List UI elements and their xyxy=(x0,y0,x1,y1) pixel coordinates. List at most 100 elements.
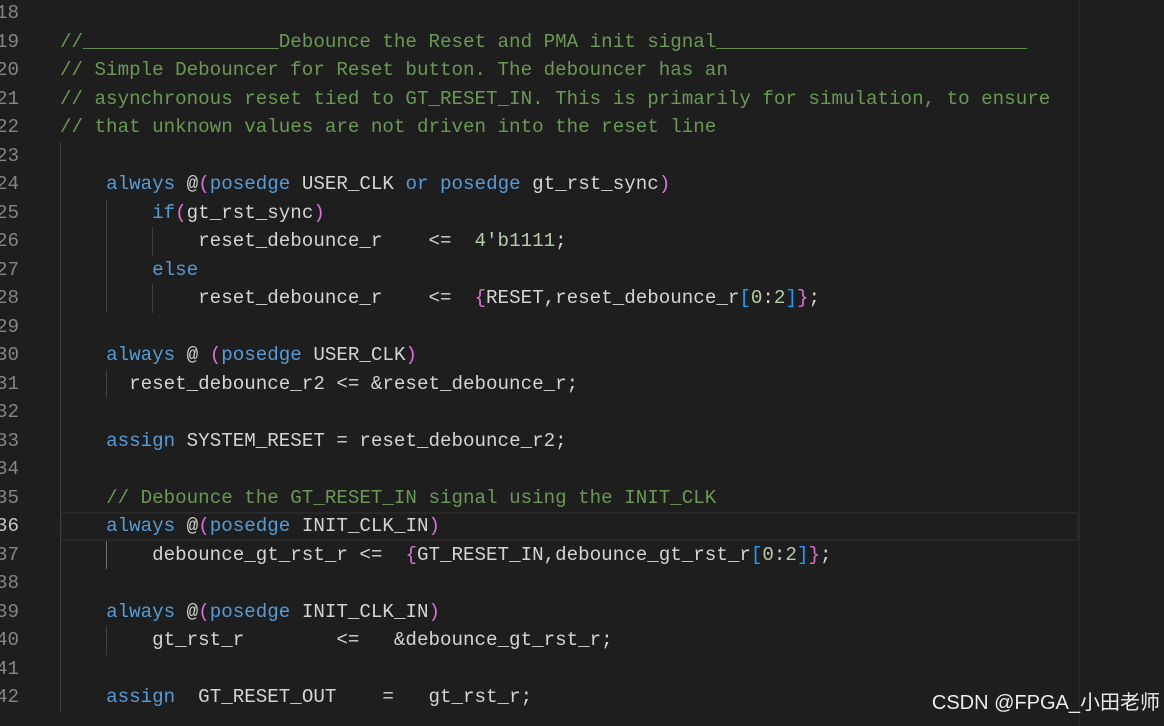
code-line-text[interactable]: if(gt_rst_sync) xyxy=(60,199,325,228)
line-number[interactable]: 21 xyxy=(0,85,19,114)
code-line-text[interactable]: always @(posedge INIT_CLK_IN) xyxy=(60,512,440,541)
code-text-token: gt_rst_r <= &debounce_gt_rst_r; xyxy=(60,629,613,651)
code-line[interactable]: 22 // that unknown values are not driven … xyxy=(0,113,1079,142)
code-line-text[interactable]: always @ (posedge USER_CLK) xyxy=(60,341,417,370)
code-line[interactable]: 23 xyxy=(0,141,1079,171)
code-line[interactable]: 42 assign GT_RESET_OUT = gt_rst_r; xyxy=(0,683,1079,712)
keyword-token: else xyxy=(152,258,199,281)
code-line[interactable]: 18 xyxy=(0,0,1079,28)
code-text-token: ; xyxy=(808,287,820,309)
line-number[interactable]: 26 xyxy=(0,227,19,256)
line-number[interactable]: 36 xyxy=(0,512,19,541)
line-number[interactable]: 42 xyxy=(0,683,19,712)
bracket-token: { xyxy=(405,543,417,566)
line-number[interactable]: 30 xyxy=(0,341,19,370)
line-number[interactable]: 39 xyxy=(0,598,19,627)
bracket-token: ) xyxy=(658,173,671,195)
code-line-text[interactable]: // asynchronous reset tied to GT_RESET_I… xyxy=(60,85,1050,114)
line-number[interactable]: 34 xyxy=(0,455,19,484)
code-line[interactable]: 30 always @ (posedge USER_CLK) xyxy=(0,341,1079,370)
line-number[interactable]: 38 xyxy=(0,569,19,598)
line-number[interactable]: 20 xyxy=(0,56,19,85)
code-line[interactable]: 41 xyxy=(0,654,1079,684)
code-line[interactable]: 26 reset_debounce_r <= 4'b1111; xyxy=(0,227,1079,256)
code-text-token: ; xyxy=(555,230,567,252)
code-line[interactable]: 21 // asynchronous reset tied to GT_RESET… xyxy=(0,85,1079,114)
code-editor[interactable]: 18 19 //_________________Debounce the Rese… xyxy=(0,0,1164,726)
line-number[interactable]: 33 xyxy=(0,427,19,456)
line-number[interactable]: 31 xyxy=(0,370,19,399)
line-number[interactable]: 37 xyxy=(0,541,19,570)
comment-token: //_________________Debounce the Reset an… xyxy=(60,30,1028,53)
code-text-token: : xyxy=(762,287,774,309)
code-line[interactable]: 38 xyxy=(0,569,1079,598)
code-text-token: RESET,reset_debounce_r xyxy=(486,287,740,309)
code-line[interactable]: 32 xyxy=(0,398,1079,427)
number-literal-token: 2 xyxy=(785,543,797,566)
code-text-token: INIT_CLK_IN xyxy=(290,515,429,537)
line-number[interactable]: 25 xyxy=(0,199,19,228)
bracket-token: ) xyxy=(313,201,325,224)
code-line[interactable]: 29 xyxy=(0,312,1079,342)
code-text-token: gt_rst_sync xyxy=(520,173,659,195)
line-number[interactable]: 35 xyxy=(0,484,19,513)
code-line-text[interactable]: gt_rst_r <= &debounce_gt_rst_r; xyxy=(60,626,613,655)
keyword-token: posedge xyxy=(209,173,291,195)
line-number[interactable]: 22 xyxy=(0,113,19,142)
code-line-text[interactable]: reset_debounce_r <= {RESET,reset_debounc… xyxy=(60,284,820,313)
code-line[interactable]: 20 // Simple Debouncer for Reset button. … xyxy=(0,56,1079,85)
comment-token: // Simple Debouncer for Reset button. Th… xyxy=(60,59,728,81)
code-line[interactable]: 31 reset_debounce_r2 <= &reset_debounce_… xyxy=(0,369,1079,399)
code-line-text[interactable]: assign GT_RESET_OUT = gt_rst_r; xyxy=(60,683,532,712)
keyword-token: always xyxy=(106,600,176,623)
line-number[interactable]: 32 xyxy=(0,398,19,427)
code-line-text[interactable]: else xyxy=(60,256,198,285)
keyword-token: posedge xyxy=(209,515,291,537)
code-line[interactable]: 24 always @(posedge USER_CLK or posedge … xyxy=(0,170,1079,199)
code-line-text[interactable]: debounce_gt_rst_r <= {GT_RESET_IN,deboun… xyxy=(60,541,831,570)
watermark: CSDN @FPGA_小田老师 xyxy=(931,692,1160,714)
code-line-text[interactable]: // Debounce the GT_RESET_IN signal using… xyxy=(60,484,716,513)
code-line[interactable]: 25 if(gt_rst_sync) xyxy=(0,198,1079,228)
code-lines: 18 19 //_________________Debounce the Rese… xyxy=(0,0,1164,712)
code-line[interactable]: 39 always @(posedge INIT_CLK_IN) xyxy=(0,597,1079,627)
line-number[interactable]: 27 xyxy=(0,256,19,285)
code-line[interactable]: 28 reset_debounce_r <= {RESET,reset_debo… xyxy=(0,284,1079,313)
code-line[interactable]: 27 else xyxy=(0,255,1079,285)
line-number[interactable]: 28 xyxy=(0,284,19,313)
code-line[interactable]: 37 debounce_gt_rst_r <= {GT_RESET_IN,deb… xyxy=(0,540,1079,570)
code-line-text[interactable]: //_________________Debounce the Reset an… xyxy=(60,28,1027,57)
code-text-token: reset_debounce_r <= xyxy=(60,230,475,252)
bracket-token: ( xyxy=(209,344,222,366)
line-number[interactable]: 18 xyxy=(0,0,19,28)
code-line[interactable]: 36 always @(posedge INIT_CLK_IN) xyxy=(0,512,1079,541)
code-line-text[interactable]: assign SYSTEM_RESET = reset_debounce_r2; xyxy=(60,427,567,456)
line-number[interactable]: 19 xyxy=(0,28,19,57)
code-line-text[interactable]: // that unknown values are not driven in… xyxy=(60,113,716,142)
number-literal-token: 0 xyxy=(762,543,774,566)
bracket-token: ) xyxy=(428,600,441,623)
indent-guide xyxy=(60,569,61,598)
bracket-token: ) xyxy=(405,344,417,366)
line-number[interactable]: 23 xyxy=(0,142,19,171)
code-line-text[interactable]: always @(posedge INIT_CLK_IN) xyxy=(60,598,440,627)
code-line[interactable]: 19 //_________________Debounce the Reset … xyxy=(0,28,1079,57)
code-text-token: INIT_CLK_IN xyxy=(290,600,429,623)
code-line-text[interactable]: reset_debounce_r2 <= &reset_debounce_r; xyxy=(60,370,578,399)
line-number[interactable]: 41 xyxy=(0,655,19,684)
code-line-text[interactable]: always @(posedge USER_CLK or posedge gt_… xyxy=(60,170,670,199)
code-line[interactable]: 35 // Debounce the GT_RESET_IN signal us… xyxy=(0,483,1079,513)
line-number[interactable]: 24 xyxy=(0,170,19,199)
line-number[interactable]: 29 xyxy=(0,313,19,342)
code-line-text[interactable]: reset_debounce_r <= 4'b1111; xyxy=(60,227,567,256)
keyword-token: assign xyxy=(106,686,176,708)
line-number[interactable]: 40 xyxy=(0,626,19,655)
code-line[interactable]: 40 gt_rst_r <= &debounce_gt_rst_r; xyxy=(0,626,1079,655)
minimap-area[interactable] xyxy=(1079,0,1164,726)
code-line[interactable]: 33 assign SYSTEM_RESET = reset_debounce_… xyxy=(0,426,1079,456)
code-line-text[interactable]: // Simple Debouncer for Reset button. Th… xyxy=(60,56,728,85)
code-line[interactable]: 34 xyxy=(0,455,1079,484)
